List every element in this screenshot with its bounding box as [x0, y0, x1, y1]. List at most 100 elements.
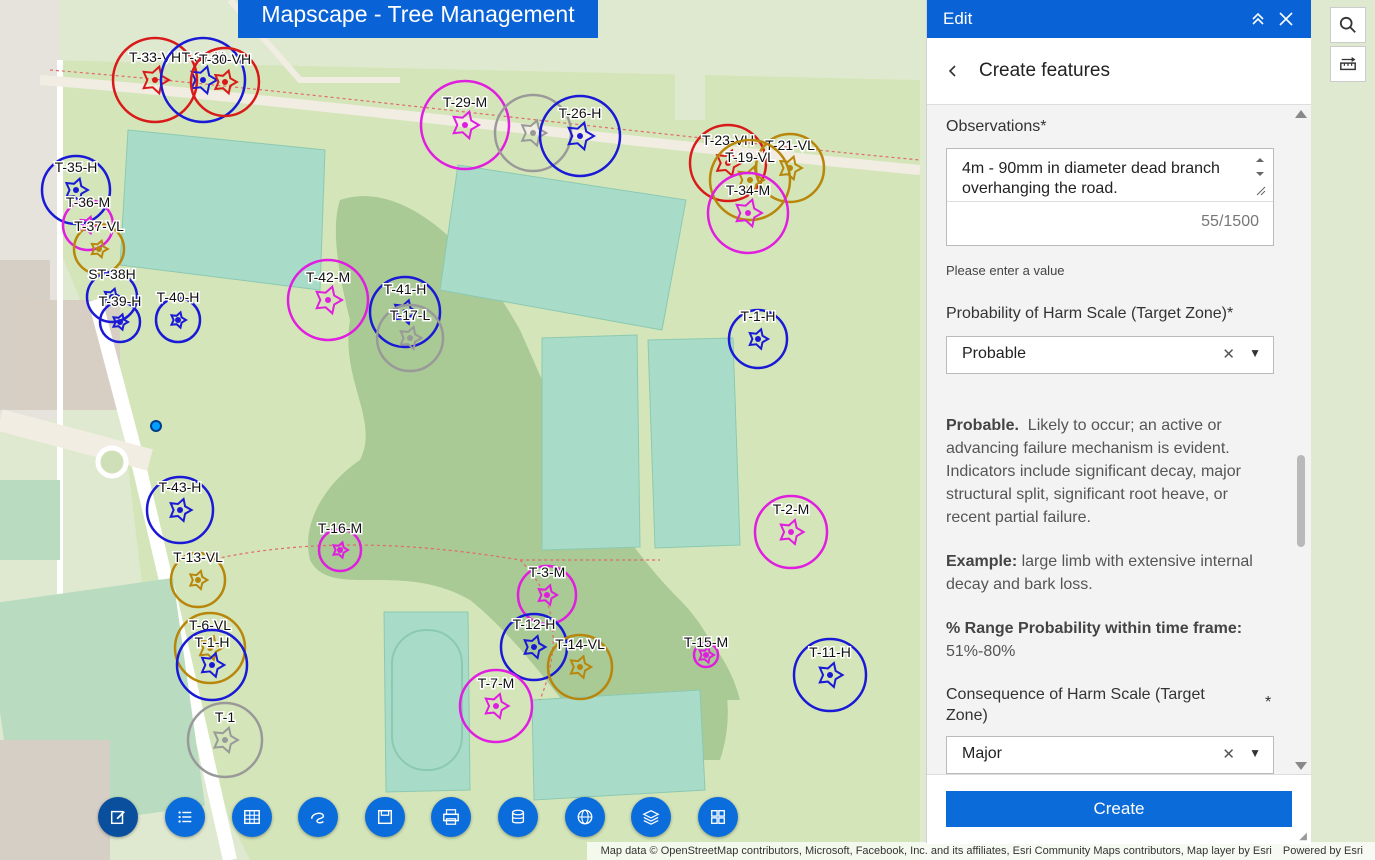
clear-icon[interactable]: ✕	[1222, 745, 1235, 763]
tree-point	[531, 644, 537, 650]
tree-point	[325, 297, 331, 303]
range-value: 51%-80%	[946, 643, 1016, 660]
observations-field[interactable]: 4m - 90mm in diameter dead branch overha…	[946, 148, 1274, 246]
app-title: Mapscape - Tree Management	[238, 0, 598, 38]
tree-label: T-19-VL	[725, 149, 775, 165]
layers-button[interactable]	[631, 797, 671, 837]
tree-point	[177, 507, 183, 513]
tree-point	[462, 122, 468, 128]
tree-point	[337, 547, 343, 553]
tree-point	[493, 703, 499, 709]
observations-hint: Please enter a value	[946, 263, 1065, 278]
app-window: T-33-VH T-31-H T-30-VH T-29-M T-26-H T-23-VH T…	[0, 0, 1375, 860]
probability-example: Example: large limb with extensive inter…	[946, 550, 1276, 596]
tree-label: T-39-H	[99, 293, 142, 309]
tree-point	[755, 336, 761, 342]
back-button[interactable]	[927, 61, 979, 82]
tree-label: T-17-L	[390, 307, 431, 323]
tree-point	[222, 79, 228, 85]
globe-icon	[577, 809, 593, 825]
create-footer: Create ◢	[927, 774, 1311, 844]
form-scrollbar[interactable]	[1295, 110, 1307, 770]
print-button[interactable]	[431, 797, 471, 837]
probability-label: Probability of Harm Scale (Target Zone)*	[946, 305, 1234, 322]
resize-grip-icon[interactable]: ◢	[1299, 831, 1307, 842]
save-button[interactable]	[365, 797, 405, 837]
print-icon	[443, 809, 459, 825]
tree-label: T-3-M	[529, 564, 566, 580]
tree-label: T-34-M	[726, 182, 770, 198]
search-tool-button[interactable]	[1330, 7, 1366, 43]
table-button[interactable]	[232, 797, 272, 837]
consequence-label: Consequence of Harm Scale (Target Zone)	[946, 686, 1205, 724]
probability-value: Probable	[962, 345, 1027, 362]
scroll-thumb[interactable]	[1297, 455, 1305, 547]
tree-label: T-1-H	[741, 308, 776, 324]
tree-point	[703, 652, 709, 658]
tree-label: T-40-H	[157, 289, 200, 305]
tree-point	[745, 210, 751, 216]
tree-label: T-29-M	[443, 94, 487, 110]
draw-icon	[310, 812, 325, 824]
tree-label: ST-38H	[88, 266, 135, 282]
tree-point	[96, 246, 102, 252]
tree-label: T-1-H	[195, 634, 230, 650]
create-button[interactable]: Create	[946, 791, 1292, 827]
tree-point	[73, 187, 79, 193]
panel-header: Edit	[927, 0, 1311, 38]
apps-button[interactable]	[698, 797, 738, 837]
tree-label: T-43-H	[159, 479, 202, 495]
probability-desc-title: Probable.	[946, 417, 1019, 434]
textarea-divider	[947, 201, 1273, 202]
tree-point	[152, 77, 158, 83]
feature-form: Observations* 4m - 90mm in diameter dead…	[927, 104, 1297, 774]
scroll-up-icon[interactable]	[1295, 110, 1307, 118]
tree-point	[195, 577, 201, 583]
tree-label: T-37-VL	[74, 218, 124, 234]
tree-point	[209, 662, 215, 668]
tree-label: T-26-H	[559, 105, 602, 121]
chevron-down-icon[interactable]: ▼	[1249, 746, 1261, 760]
panel-subheader: Create features	[927, 38, 1311, 105]
observations-value[interactable]: 4m - 90mm in diameter dead branch overha…	[962, 159, 1242, 199]
draw-button[interactable]	[298, 797, 338, 837]
range-title: % Range Probability within time frame:	[946, 620, 1243, 637]
clear-icon[interactable]: ✕	[1222, 345, 1235, 363]
edit-panel: Edit Create features Observations* 4m - …	[926, 0, 1311, 844]
edit-button[interactable]	[98, 797, 138, 837]
consequence-select[interactable]: Major ✕ ▼	[946, 736, 1274, 774]
close-button[interactable]	[1277, 10, 1295, 28]
tree-label: T-11-H	[809, 644, 851, 660]
collapse-button[interactable]	[1249, 10, 1267, 28]
scroll-down-icon[interactable]	[1295, 762, 1307, 770]
probability-range: % Range Probability within time frame: 5…	[946, 617, 1276, 663]
tree-point	[544, 592, 550, 598]
tree-point	[827, 672, 833, 678]
tree-label: T-12-H	[513, 616, 556, 632]
chevron-down-icon[interactable]: ▼	[1249, 346, 1261, 360]
save-icon	[377, 809, 393, 825]
grid-icon	[711, 810, 725, 824]
tree-point	[577, 133, 583, 139]
close-icon	[1279, 12, 1293, 26]
panel-title: Edit	[943, 9, 973, 28]
tree-label: T-42-M	[306, 269, 350, 285]
consequence-required-mark: *	[1265, 694, 1272, 711]
probability-description: Probable. Likely to occur; an active or …	[946, 414, 1276, 529]
subtitle: Create features	[979, 60, 1110, 81]
measure-icon	[1340, 57, 1356, 71]
tree-label: T-16-M	[318, 520, 362, 536]
tree-label: T-14-VL	[555, 636, 605, 652]
basemap-button[interactable]	[565, 797, 605, 837]
tree-point	[175, 317, 181, 323]
measure-tool-button[interactable]	[1330, 46, 1366, 82]
list-button[interactable]	[165, 797, 205, 837]
tree-point	[788, 529, 794, 535]
powered-by-text[interactable]: Powered by Esri	[1283, 845, 1363, 857]
textarea-scroll-icon[interactable]	[1253, 153, 1267, 197]
probability-select[interactable]: Probable ✕ ▼	[946, 336, 1274, 374]
database-button[interactable]	[498, 797, 538, 837]
tree-point	[222, 737, 228, 743]
list-icon	[178, 811, 192, 823]
tree-point	[200, 77, 206, 83]
